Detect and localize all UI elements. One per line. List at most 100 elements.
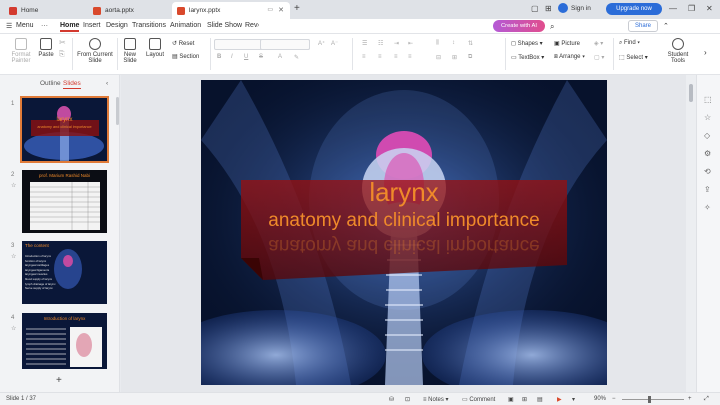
reading-view-icon[interactable]: ▤ — [537, 396, 543, 403]
notes-toggle-icon[interactable]: ⊡ — [405, 396, 410, 403]
smartart-icon[interactable]: ⊞ — [452, 54, 457, 61]
tab-larynx[interactable]: larynx.pptx ▭ ✕ — [172, 2, 290, 19]
slide-subtitle[interactable]: anatomy and clinical importance — [201, 210, 607, 232]
tab-ribbon-home[interactable]: Home — [60, 22, 80, 32]
tab-ribbon-slideshow[interactable]: Slide Show — [207, 22, 242, 29]
star-icon[interactable]: ☆ — [704, 113, 711, 122]
panel-scrollbar[interactable] — [116, 97, 119, 125]
slide-thumbnail-3[interactable]: The content Introduction of larynx funct… — [22, 241, 107, 304]
strikethrough-button[interactable]: S — [259, 54, 263, 60]
underline-button[interactable]: U — [244, 54, 248, 60]
collapse-panel-icon[interactable]: ‹ — [106, 80, 108, 87]
slide-title[interactable]: larynx — [201, 177, 607, 208]
tab-ribbon-design[interactable]: Design — [106, 22, 128, 29]
text-box-align-icon[interactable]: ⊟ — [436, 54, 441, 61]
more-icon[interactable]: ⋯ — [41, 22, 48, 30]
normal-view-icon[interactable]: ▣ — [508, 396, 514, 403]
star-icon[interactable]: ☆ — [11, 325, 16, 332]
tab-outline[interactable]: Outline — [40, 80, 61, 87]
zoom-out-icon[interactable]: − — [612, 396, 616, 402]
tab-home[interactable]: Home — [4, 2, 86, 19]
grid-icon[interactable]: ⊞ — [545, 4, 552, 13]
picture-button[interactable]: ▣ Picture — [554, 40, 580, 47]
slide-thumbnail-1[interactable]: larynx anatomy and clinical importance — [20, 96, 109, 163]
tab-ribbon-review[interactable]: Rev — [245, 22, 257, 29]
fit-to-window-icon[interactable]: ⤢ — [704, 396, 709, 403]
indent-icon[interactable]: ⇥ — [394, 40, 399, 47]
zoom-slider[interactable] — [622, 399, 684, 400]
convert-icon[interactable]: ⧉ — [468, 54, 472, 61]
search-icon[interactable]: ⌕ — [550, 22, 554, 32]
tab-ribbon-transitions[interactable]: Transitions — [132, 22, 166, 29]
from-current-slide-button[interactable]: From Current Slide — [77, 38, 113, 64]
current-slide[interactable]: larynx anatomy and clinical importance a… — [201, 80, 607, 385]
minimize-icon[interactable]: — — [669, 4, 677, 13]
ribbon-scroll-right-icon[interactable]: › — [704, 48, 707, 57]
bold-button[interactable]: B — [217, 54, 221, 60]
shape-icon[interactable]: ◇ — [704, 131, 710, 140]
hamburger-icon[interactable]: ☰ — [6, 22, 12, 30]
select-button[interactable]: ⬚ Select ▾ — [619, 54, 648, 61]
copy-icon[interactable]: ⎘ — [59, 51, 65, 59]
font-size-select[interactable] — [260, 39, 310, 50]
align-center-icon[interactable]: ≡ — [378, 54, 382, 60]
tab-slides[interactable]: Slides — [63, 80, 81, 89]
select-tool-icon[interactable]: ⬚ — [704, 95, 712, 104]
layout-button[interactable]: Layout — [143, 38, 167, 58]
italic-button[interactable]: I — [231, 54, 233, 60]
align-right-icon[interactable]: ≡ — [394, 54, 398, 60]
star-icon[interactable]: ☆ — [11, 253, 16, 260]
align-left-icon[interactable]: ≡ — [362, 54, 366, 60]
format-painter-button[interactable]: Format Painter — [6, 38, 36, 64]
magic-icon[interactable]: ✧ — [704, 203, 711, 212]
fill-icon[interactable]: ◈ ▾ — [594, 40, 603, 47]
tab-ribbon-animation[interactable]: Animation — [170, 22, 201, 29]
arrange-button[interactable]: ⧈ Arrange ▾ — [554, 54, 585, 61]
font-grow-button[interactable]: A⁺ — [318, 40, 325, 47]
create-with-ai-button[interactable]: Create with AI — [493, 20, 545, 32]
number-list-icon[interactable]: ☷ — [378, 40, 383, 47]
student-tools-button[interactable]: Student Tools — [660, 38, 696, 64]
textbox-button[interactable]: ▭ TextBox ▾ — [511, 54, 544, 61]
chevron-right-icon[interactable]: › — [257, 22, 259, 29]
autosave-icon[interactable]: ⛁ — [389, 396, 394, 403]
maximize-icon[interactable]: ❐ — [688, 4, 695, 13]
zoom-in-icon[interactable]: + — [688, 396, 692, 402]
settings-sliders-icon[interactable]: ⚙ — [704, 149, 711, 158]
scroll-thumb[interactable] — [689, 84, 693, 102]
columns-icon[interactable]: ⫼ — [436, 40, 439, 47]
text-direction-icon[interactable]: ⇅ — [468, 40, 473, 47]
notes-button[interactable]: ≡ Notes ▾ — [423, 396, 449, 403]
highlight-icon[interactable]: ✎ — [294, 54, 299, 61]
new-tab-icon[interactable]: + — [294, 3, 300, 14]
share-button[interactable]: Share — [628, 20, 658, 32]
bullet-list-icon[interactable]: ☰ — [362, 40, 367, 47]
window-layout-icon[interactable]: ▢ — [531, 4, 539, 13]
close-tab-icon[interactable]: ✕ — [278, 6, 284, 14]
slide-sorter-icon[interactable]: ⊞ — [522, 396, 527, 403]
zoom-slider-handle[interactable] — [648, 396, 651, 403]
slide-thumbnail-2[interactable]: prof. Marium Rashid Nabi — [22, 170, 107, 233]
section-button[interactable]: ▤ Section — [172, 53, 199, 60]
outline-icon[interactable]: ▢ ▾ — [594, 54, 604, 61]
export-icon[interactable]: ⇪ — [704, 185, 711, 194]
add-slide-icon[interactable]: + — [56, 375, 62, 386]
outdent-icon[interactable]: ⇤ — [408, 40, 413, 47]
window-mini-icon[interactable]: ▭ — [267, 6, 273, 13]
star-icon[interactable]: ☆ — [11, 182, 16, 189]
ribbon-collapse-icon[interactable]: ⌃ — [663, 22, 669, 30]
canvas-scrollbar[interactable] — [686, 75, 696, 392]
find-button[interactable]: ⌕ Find ▾ — [619, 40, 640, 47]
sign-in-button[interactable]: Sign in — [558, 3, 591, 13]
play-slideshow-icon[interactable]: ▶ — [557, 396, 562, 403]
menu-button[interactable]: Menu — [16, 22, 34, 29]
reset-button[interactable]: ↺ Reset — [172, 40, 194, 47]
cut-icon[interactable]: ✂ — [59, 38, 66, 47]
tab-aorta[interactable]: aorta.pptx — [88, 2, 170, 19]
new-slide-button[interactable]: New Slide — [121, 38, 139, 64]
history-icon[interactable]: ⟲ — [704, 167, 711, 176]
zoom-level[interactable]: 90% — [594, 396, 606, 402]
slide-thumbnail-4[interactable]: Introduction of larynx — [22, 313, 107, 369]
text-color-icon[interactable]: A — [278, 54, 282, 60]
paste-button[interactable]: Paste — [36, 38, 56, 58]
